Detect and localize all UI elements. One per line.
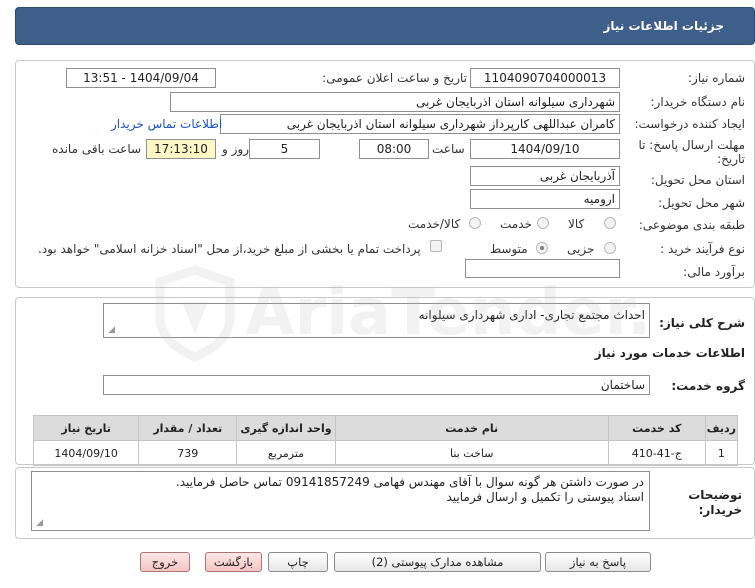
process-radio-minor[interactable] <box>604 242 616 254</box>
announce-datetime-label: تاریخ و ساعت اعلان عمومی: <box>322 71 467 85</box>
province-field: آذربایجان غربی <box>470 166 620 186</box>
category-option-goods-service: کالا/خدمت <box>408 217 461 231</box>
services-table-header: ردیف کد خدمت نام خدمت واحد اندازه گیری ت… <box>32 415 739 441</box>
process-option-medium: متوسط <box>490 242 528 256</box>
days-remaining-field: 5 <box>249 139 320 159</box>
exit-button[interactable]: خروج <box>140 552 190 572</box>
col-unit: واحد اندازه گیری <box>236 415 336 441</box>
need-number-label: شماره نیاز: <box>688 71 745 85</box>
notes-line-1: در صورت داشتن هر گونه سوال با آقای مهندس… <box>175 475 644 489</box>
page-title-bar: جزئیات اطلاعات نیاز <box>15 7 755 45</box>
service-group-field: ساختمان <box>103 375 650 395</box>
province-label: استان محل تحویل: <box>650 173 745 187</box>
requester-field: کامران عبداللهی کارپرداز شهرداری سیلوانه… <box>220 114 620 134</box>
col-need-date: تاریخ نیاز <box>32 415 140 441</box>
page-title: جزئیات اطلاعات نیاز <box>603 19 724 33</box>
requester-label: ایجاد کننده درخواست: <box>634 117 745 131</box>
watermark-shield-icon <box>155 265 235 362</box>
category-option-goods: کالا <box>568 217 585 231</box>
deadline-time-label: ساعت <box>432 142 465 156</box>
cell-row-number: 1 <box>704 440 739 466</box>
cell-unit: مترمربع <box>236 440 336 466</box>
cell-need-date: 1404/09/10 <box>32 440 140 466</box>
process-label: نوع فرآیند خرید : <box>660 242 745 256</box>
days-label: روز و <box>222 142 249 156</box>
col-service-name: نام خدمت <box>334 415 609 441</box>
services-table: ردیف کد خدمت نام خدمت واحد اندازه گیری ت… <box>32 415 739 466</box>
deadline-time-field: 08:00 <box>359 139 429 159</box>
notes-label-buyer: خریدار: <box>698 503 742 517</box>
category-option-service: خدمت <box>500 217 532 231</box>
service-group-label: گروه خدمت: <box>671 379 745 393</box>
city-field: ارومیه <box>470 189 620 209</box>
col-service-code: کد خدمت <box>607 415 706 441</box>
table-row: 1 ج-41-410 ساخت بنا مترمربع 739 1404/09/… <box>32 440 739 466</box>
resize-grip-icon: ◢ <box>36 518 43 528</box>
view-attachments-button[interactable]: مشاهده مدارک پیوستی (2) <box>334 552 541 572</box>
resize-grip-icon: ◢ <box>108 325 115 335</box>
buyer-org-label: نام دستگاه خریدار: <box>650 95 746 109</box>
financial-estimate-label: برآورد مالی: <box>683 265 745 279</box>
city-label: شهر محل تحویل: <box>658 196 745 210</box>
notes-label: توضیحات <box>688 488 742 502</box>
category-radio-service[interactable] <box>537 217 549 229</box>
col-quantity: تعداد / مقدار <box>138 415 238 441</box>
col-row-number: ردیف <box>704 415 739 441</box>
description-label: شرح کلی نیاز: <box>659 316 745 330</box>
deadline-date-label: تاریخ: <box>717 152 745 166</box>
process-option-minor: جزیی <box>567 242 595 256</box>
treasury-payment-checkbox[interactable] <box>430 240 442 252</box>
cell-service-code: ج-41-410 <box>607 440 706 466</box>
deadline-date-field: 1404/09/10 <box>470 139 620 159</box>
buyer-org-field: شهرداری سیلوانه استان اذربایجان غربی <box>170 92 620 112</box>
process-radio-medium[interactable] <box>536 242 548 254</box>
category-label: طبقه بندی موضوعی: <box>638 218 745 232</box>
buyer-notes-textarea[interactable]: در صورت داشتن هر گونه سوال با آقای مهندس… <box>31 471 650 531</box>
category-radio-goods[interactable] <box>604 217 616 229</box>
buyer-contact-link[interactable]: اطلاعات تماس خریدار <box>111 117 222 131</box>
cell-service-name: ساخت بنا <box>334 440 609 466</box>
cell-quantity: 739 <box>138 440 238 466</box>
notes-line-2: اسناد پیوستی را تکمیل و ارسال فرمایید <box>446 490 644 504</box>
remaining-time-label: ساعت باقی مانده <box>52 142 142 156</box>
need-number-field: 1104090704000013 <box>470 68 620 88</box>
print-button[interactable]: چاپ <box>268 552 328 572</box>
back-button[interactable]: بازگشت <box>205 552 262 572</box>
deadline-label: مهلت ارسال پاسخ: تا <box>638 138 745 152</box>
watermark-text: AriaTender.net <box>245 276 650 350</box>
reply-button[interactable]: پاسخ به نیاز <box>545 552 651 572</box>
ariatender-watermark: AriaTender.net <box>155 265 650 362</box>
remaining-time-field: 17:13:10 <box>146 139 216 159</box>
category-radio-goods-service[interactable] <box>469 217 481 229</box>
announce-datetime-field: 1404/09/04 - 13:51 <box>66 68 216 88</box>
treasury-payment-note: پرداخت تمام یا بخشی از مبلغ خرید،از محل … <box>38 242 421 256</box>
